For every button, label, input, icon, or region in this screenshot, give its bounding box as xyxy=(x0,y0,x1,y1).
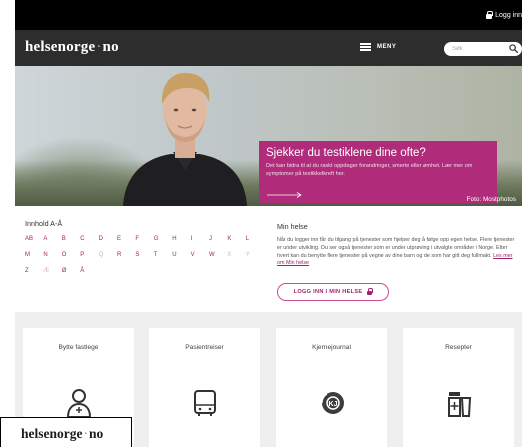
search-input[interactable] xyxy=(452,44,502,54)
doctor-icon xyxy=(66,389,91,418)
az-letter-link[interactable]: T xyxy=(154,252,158,258)
az-letter-link[interactable]: K xyxy=(227,236,231,242)
az-letter-link: Æ xyxy=(43,268,50,274)
top-login-link[interactable]: Logg inn xyxy=(486,10,522,19)
journal-icon: KJ xyxy=(320,392,344,414)
az-letter-link[interactable]: Å xyxy=(80,268,84,274)
lock-icon xyxy=(486,10,494,19)
screen: Logg inn helsenorge·no MENY Søk Sjekker … xyxy=(0,0,522,447)
logo-dot: · xyxy=(83,426,89,441)
bus-icon xyxy=(193,390,216,416)
logo-tooltip: helsenorge·no xyxy=(0,417,132,447)
site-logo[interactable]: helsenorge·no xyxy=(25,39,119,56)
az-letter-link[interactable]: H xyxy=(172,236,176,242)
az-letter-link[interactable]: U xyxy=(172,252,176,258)
min-helse-text: Når du logger inn får du tilgang på tjen… xyxy=(277,237,517,268)
min-helse-body: Når du logger inn får du tilgang på tjen… xyxy=(277,237,515,259)
main-navbar: helsenorge·no MENY xyxy=(15,30,522,66)
hero-text: Det kan bidra til at du raskt oppdager f… xyxy=(266,163,473,177)
az-letter-link[interactable]: D xyxy=(99,236,103,242)
helsenorge-page: Logg inn helsenorge·no MENY Søk Sjekker … xyxy=(15,0,522,447)
az-letter-link[interactable]: J xyxy=(209,236,212,242)
hero-teaser-box[interactable]: Sjekker du testiklene dine ofte? Det kan… xyxy=(259,141,497,203)
logo-main: helsenorge xyxy=(21,426,83,441)
login-min-helse-button[interactable]: LOGG INN I MIN HELSE xyxy=(277,283,389,301)
logo-dot: · xyxy=(96,39,102,55)
az-letter-link[interactable]: O xyxy=(62,252,67,258)
az-letter-link[interactable]: R xyxy=(117,252,121,258)
hero-person-photo xyxy=(123,72,247,206)
az-letter-link: Y xyxy=(245,252,250,258)
az-letter-link[interactable]: S xyxy=(135,252,139,258)
card-label: Resepter xyxy=(445,344,472,351)
search-icon[interactable] xyxy=(509,44,518,53)
az-letter-link[interactable]: V xyxy=(191,252,195,258)
az-letter-link[interactable]: G xyxy=(154,236,159,242)
card-label: Pasientreiser xyxy=(185,344,224,351)
az-letter-link: Q xyxy=(98,252,104,258)
logo-tld: no xyxy=(102,39,119,55)
hero-title: Sjekker du testiklene dine ofte? xyxy=(266,147,426,159)
arrow-right-icon xyxy=(267,192,302,198)
photo-credit: Foto: Mostphotos xyxy=(466,196,516,203)
logo-main: helsenorge xyxy=(25,39,96,55)
card-kjernejournal[interactable]: Kjernejournal KJ xyxy=(276,328,387,447)
az-letter-link[interactable]: F xyxy=(135,236,139,242)
medicine-icon xyxy=(447,392,471,417)
az-title: Innhold A-Å xyxy=(25,219,63,228)
az-letter-link: X xyxy=(227,252,232,258)
menu-button[interactable]: MENY xyxy=(360,43,396,51)
az-letter-link[interactable]: AB xyxy=(25,236,33,242)
az-letter-link[interactable]: M xyxy=(25,252,30,258)
search-box xyxy=(444,42,522,56)
az-letter-link[interactable]: Z xyxy=(25,268,29,274)
logo-tooltip-text: helsenorge·no xyxy=(21,426,103,442)
card-pasientreiser[interactable]: Pasientreiser xyxy=(149,328,260,447)
card-resepter[interactable]: Resepter xyxy=(403,328,514,447)
az-letter-link[interactable]: B xyxy=(62,236,66,242)
az-letter-link[interactable]: A xyxy=(43,236,47,242)
card-label: Bytte fastlege xyxy=(58,344,99,351)
min-helse-title: Min helse xyxy=(277,222,308,231)
az-letter-link[interactable]: I xyxy=(191,236,193,242)
content-section: Innhold A-Å AB A B C D E F G H I J K L M N O P Q R S T U V W X Y Z… xyxy=(15,206,522,312)
az-letter-link[interactable]: P xyxy=(80,252,84,258)
az-letter-link[interactable]: C xyxy=(80,236,84,242)
lock-icon xyxy=(367,287,374,295)
top-bar: Logg inn xyxy=(15,0,522,30)
card-label: Kjernejournal xyxy=(312,344,351,351)
login-min-helse-label: LOGG INN I MIN HELSE xyxy=(293,289,363,295)
az-letter-link[interactable]: W xyxy=(209,252,215,258)
svg-text:KJ: KJ xyxy=(328,401,337,408)
hero-banner: Sjekker du testiklene dine ofte? Det kan… xyxy=(15,66,522,206)
az-letter-link[interactable]: L xyxy=(246,236,249,242)
az-letter-link[interactable]: N xyxy=(43,252,47,258)
top-login-label: Logg inn xyxy=(495,12,522,19)
az-letter-link[interactable]: Ø xyxy=(62,268,67,274)
hamburger-icon xyxy=(360,43,371,51)
logo-tld: no xyxy=(89,426,104,441)
az-letter-link[interactable]: E xyxy=(117,236,121,242)
menu-label: MENY xyxy=(377,44,397,50)
